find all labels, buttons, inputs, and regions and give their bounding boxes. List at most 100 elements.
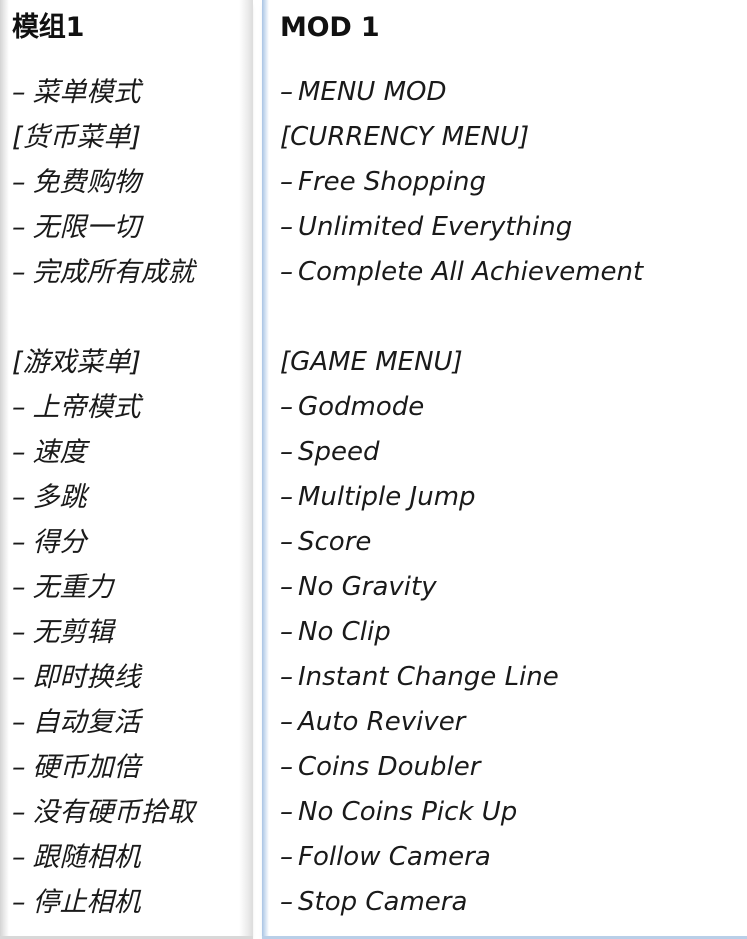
list-dash-icon: – <box>12 707 26 738</box>
feature-list-item: – 菜单模式 <box>12 70 243 115</box>
feature-label: Follow Camera <box>298 842 491 872</box>
feature-label: 速度 <box>32 437 87 468</box>
feature-list-item: – 得分 <box>12 520 243 565</box>
feature-label: 完成所有成就 <box>32 257 195 288</box>
list-dash-icon: – <box>280 212 293 242</box>
feature-list-item: – Coins Doubler <box>280 745 737 790</box>
feature-list-item: – 完成所有成就 <box>12 250 243 295</box>
list-dash-icon: – <box>12 797 26 828</box>
feature-list-item: – MENU MOD <box>280 70 737 115</box>
feature-list-item: – Instant Change Line <box>280 655 737 700</box>
list-dash-icon: – <box>12 212 26 243</box>
feature-label: No Gravity <box>298 572 437 602</box>
feature-list-item: – 上帝模式 <box>12 385 243 430</box>
column-english-content: MOD 1 – MENU MOD [CURRENCY MENU] – Free Shop… <box>280 10 737 925</box>
column-chinese-title: 模组1 <box>12 12 85 43</box>
feature-label: Auto Reviver <box>298 707 466 737</box>
list-dash-icon: – <box>12 167 26 198</box>
feature-list-item: – 没有硬币拾取 <box>12 790 243 835</box>
list-dash-icon: – <box>280 482 293 512</box>
list-dash-icon: – <box>280 707 293 737</box>
feature-label: [货币菜单] <box>12 122 142 153</box>
feature-label: No Coins Pick Up <box>298 797 518 827</box>
feature-label: Complete All Achievement <box>298 257 644 287</box>
feature-list-item: – Stop Camera <box>280 880 737 925</box>
feature-list-item: – 硬币加倍 <box>12 745 243 790</box>
feature-label: Instant Change Line <box>298 662 559 692</box>
feature-label: Speed <box>298 437 380 467</box>
feature-group-heading: [货币菜单] <box>12 115 243 160</box>
feature-list-english: – MENU MOD [CURRENCY MENU] – Free Shopping – U… <box>280 70 737 925</box>
feature-label: Free Shopping <box>298 167 487 197</box>
list-dash-icon: – <box>12 257 26 288</box>
feature-label: 得分 <box>32 527 87 558</box>
feature-label: 停止相机 <box>32 887 141 918</box>
list-dash-icon: – <box>280 662 293 692</box>
feature-label: 无重力 <box>32 572 114 603</box>
feature-label: 跟随相机 <box>32 842 141 873</box>
list-dash-icon: – <box>12 617 26 648</box>
feature-label: No Clip <box>298 617 391 647</box>
feature-group-heading: [游戏菜单] <box>12 340 243 385</box>
feature-list-chinese: – 菜单模式 [货币菜单] – 免费购物 – 无限一切 – 完成所有成就 [游戏菜单] – 上帝模式… <box>12 70 243 925</box>
feature-label: Coins Doubler <box>298 752 481 782</box>
column-divider-gap <box>253 0 262 939</box>
list-dash-icon: – <box>12 887 26 918</box>
feature-label: [CURRENCY MENU] <box>280 122 530 152</box>
feature-list-item: – Free Shopping <box>280 160 737 205</box>
feature-list-item: – Auto Reviver <box>280 700 737 745</box>
feature-list-item: – 速度 <box>12 430 243 475</box>
feature-label: 无限一切 <box>32 212 141 243</box>
feature-list-item: – 无重力 <box>12 565 243 610</box>
feature-group-heading: [CURRENCY MENU] <box>280 115 737 160</box>
feature-list-item: – Speed <box>280 430 737 475</box>
list-dash-icon: – <box>12 662 26 693</box>
feature-list-item: – Godmode <box>280 385 737 430</box>
list-dash-icon: – <box>12 572 26 603</box>
list-dash-icon: – <box>280 167 293 197</box>
feature-list-item: – Unlimited Everything <box>280 205 737 250</box>
feature-group-heading: [GAME MENU] <box>280 340 737 385</box>
list-dash-icon: – <box>280 752 293 782</box>
feature-label: [游戏菜单] <box>12 347 142 378</box>
feature-list-item: – 停止相机 <box>12 880 243 925</box>
feature-list-item: – Complete All Achievement <box>280 250 737 295</box>
feature-label: [GAME MENU] <box>280 347 463 377</box>
list-dash-icon: – <box>280 437 293 467</box>
list-dash-icon: – <box>12 392 26 423</box>
feature-list-item: – 无剪辑 <box>12 610 243 655</box>
column-chinese: 模组1 – 菜单模式 [货币菜单] – 免费购物 – 无限一切 – 完成所有成就 [游戏菜单] –… <box>0 0 253 939</box>
feature-list-item: – 免费购物 <box>12 160 243 205</box>
mod-feature-comparison-table: 模组1 – 菜单模式 [货币菜单] – 免费购物 – 无限一切 – 完成所有成就 [游戏菜单] –… <box>0 0 747 939</box>
feature-label: 免费购物 <box>32 167 141 198</box>
list-dash-icon: – <box>280 797 293 827</box>
feature-label: 没有硬币拾取 <box>32 797 195 828</box>
feature-list-item: – Score <box>280 520 737 565</box>
list-dash-icon: – <box>280 77 293 107</box>
list-dash-icon: – <box>280 257 293 287</box>
list-dash-icon: – <box>12 752 26 783</box>
list-dash-icon: – <box>12 482 26 513</box>
column-english: MOD 1 – MENU MOD [CURRENCY MENU] – Free Shop… <box>262 0 747 939</box>
column-chinese-content: 模组1 – 菜单模式 [货币菜单] – 免费购物 – 无限一切 – 完成所有成就 [游戏菜单] –… <box>12 10 243 925</box>
feature-list-item: – Multiple Jump <box>280 475 737 520</box>
list-dash-icon: – <box>280 887 293 917</box>
feature-label: Godmode <box>298 392 425 422</box>
feature-list-item: – 即时换线 <box>12 655 243 700</box>
list-dash-icon: – <box>12 527 26 558</box>
list-dash-icon: – <box>12 842 26 873</box>
list-dash-icon: – <box>280 572 293 602</box>
list-dash-icon: – <box>280 527 293 557</box>
feature-label: 硬币加倍 <box>32 752 141 783</box>
list-dash-icon: – <box>280 392 293 422</box>
list-dash-icon: – <box>280 842 293 872</box>
feature-list-item: – No Clip <box>280 610 737 655</box>
feature-label: 多跳 <box>32 482 87 513</box>
feature-list-item: – 跟随相机 <box>12 835 243 880</box>
feature-label: Multiple Jump <box>298 482 476 512</box>
feature-label: 菜单模式 <box>32 77 141 108</box>
feature-list-item: – No Coins Pick Up <box>280 790 737 835</box>
feature-list-item: – No Gravity <box>280 565 737 610</box>
feature-list-spacer <box>280 295 737 340</box>
list-dash-icon: – <box>280 617 293 647</box>
